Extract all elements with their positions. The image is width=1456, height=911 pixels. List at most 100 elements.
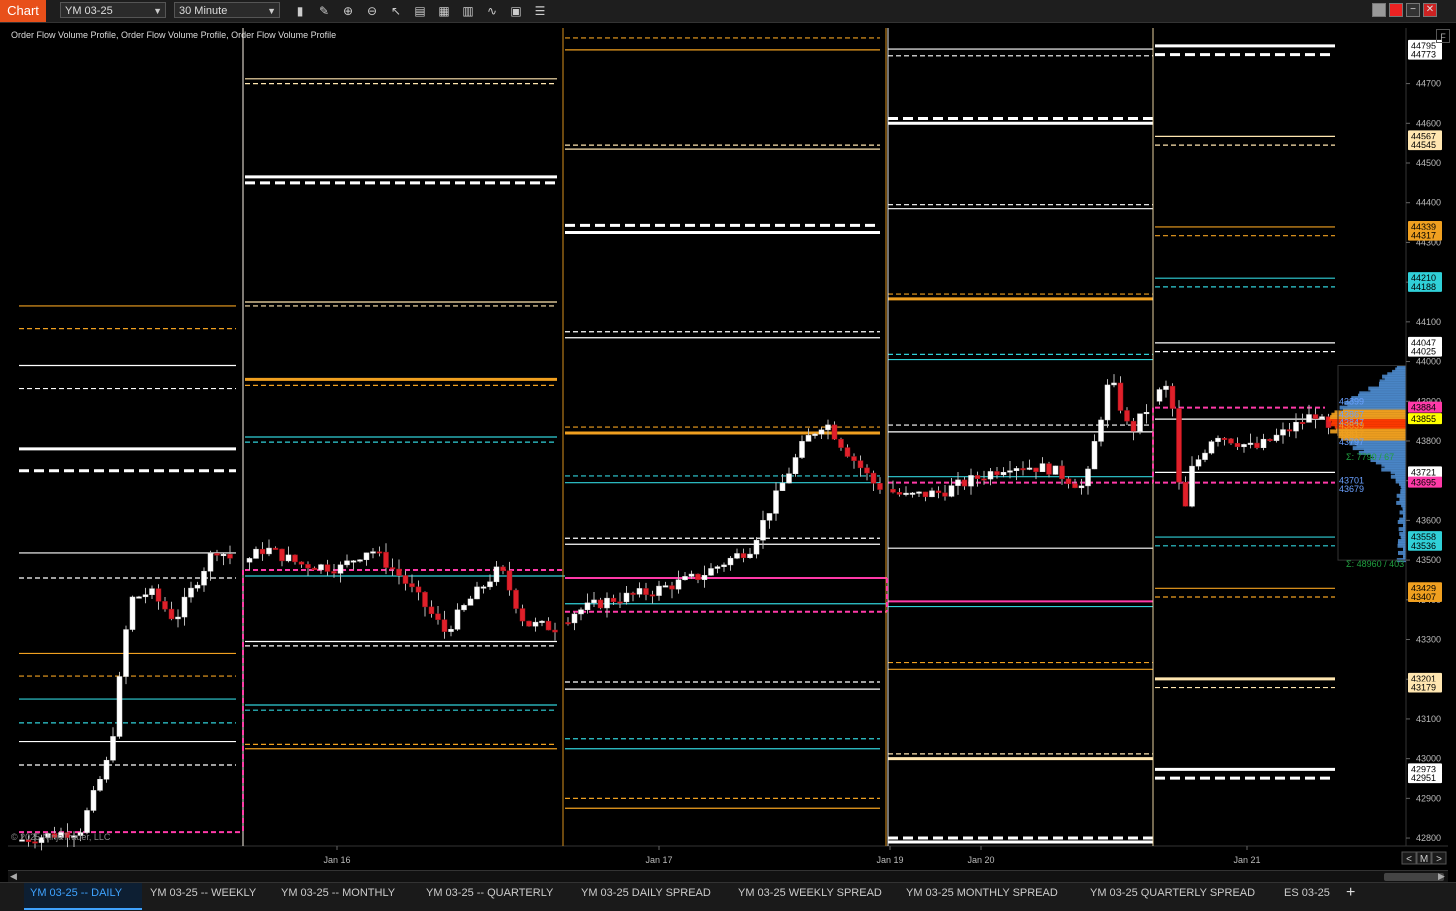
bear-candle[interactable] (298, 561, 305, 565)
bear-candle[interactable] (864, 467, 870, 474)
bear-candle[interactable] (441, 619, 448, 632)
bear-candle[interactable] (857, 460, 864, 469)
bull-candle[interactable] (1111, 382, 1117, 386)
bear-candle[interactable] (838, 438, 844, 448)
bull-candle[interactable] (493, 566, 500, 583)
bear-candle[interactable] (168, 608, 175, 620)
bear-candle[interactable] (162, 601, 168, 610)
bull-candle[interactable] (149, 588, 155, 595)
bear-candle[interactable] (324, 564, 331, 572)
bull-candle[interactable] (480, 586, 487, 589)
chart-nav-label[interactable]: < (1406, 854, 1412, 865)
bull-candle[interactable] (253, 548, 259, 559)
bull-candle[interactable] (779, 482, 786, 491)
bull-candle[interactable] (805, 435, 812, 442)
bull-candle[interactable] (675, 579, 682, 590)
bear-candle[interactable] (1221, 437, 1228, 440)
bull-candle[interactable] (370, 551, 376, 554)
bull-candle[interactable] (487, 581, 493, 588)
bear-candle[interactable] (1267, 438, 1273, 441)
bull-candle[interactable] (337, 564, 344, 574)
bull-candle[interactable] (129, 596, 136, 630)
bear-candle[interactable] (1169, 385, 1176, 409)
bull-candle[interactable] (350, 560, 357, 563)
bar-type-icon[interactable]: ▮ (292, 3, 308, 19)
bear-candle[interactable] (961, 479, 968, 487)
bear-candle[interactable] (974, 475, 981, 479)
bull-candle[interactable] (188, 587, 194, 598)
bull-candle[interactable] (1202, 452, 1208, 460)
bull-candle[interactable] (318, 564, 324, 571)
maximize-icon[interactable] (1389, 3, 1403, 17)
bull-candle[interactable] (714, 566, 721, 569)
tab-1[interactable]: YM 03-25 -- WEEKLY (144, 883, 272, 910)
templates-icon[interactable]: ▦ (436, 3, 452, 19)
bear-candle[interactable] (1046, 463, 1052, 475)
chart-nav-label[interactable]: > (1436, 854, 1442, 865)
bear-candle[interactable] (214, 553, 220, 556)
bear-candle[interactable] (415, 586, 422, 593)
bull-candle[interactable] (584, 602, 591, 611)
bull-candle[interactable] (1260, 438, 1267, 449)
bear-candle[interactable] (1182, 481, 1189, 507)
bull-candle[interactable] (1273, 434, 1280, 441)
bull-candle[interactable] (103, 759, 110, 780)
bear-candle[interactable] (844, 447, 851, 457)
bull-candle[interactable] (1319, 416, 1325, 419)
bull-candle[interactable] (799, 441, 805, 458)
bear-candle[interactable] (331, 571, 337, 574)
bear-candle[interactable] (981, 478, 987, 481)
add-tab-button[interactable]: + (1342, 883, 1362, 910)
price-chart[interactable]: 4389943867438474383943817437974370143679… (8, 28, 1448, 870)
tab-3[interactable]: YM 03-25 -- QUARTERLY (420, 883, 570, 910)
scroll-right-icon[interactable]: ▶ (1438, 871, 1445, 882)
bull-candle[interactable] (207, 553, 214, 572)
bull-candle[interactable] (1215, 437, 1221, 442)
bull-candle[interactable] (656, 585, 662, 596)
bull-candle[interactable] (1052, 465, 1059, 475)
bear-candle[interactable] (890, 488, 896, 493)
zoom-out-icon[interactable]: ⊖ (364, 3, 380, 19)
bull-candle[interactable] (532, 621, 539, 627)
bull-candle[interactable] (1091, 441, 1098, 470)
bull-candle[interactable] (1280, 429, 1286, 436)
interval-selector[interactable]: 30 Minute ▼ (174, 2, 280, 18)
bull-candle[interactable] (175, 616, 181, 620)
instrument-selector[interactable]: YM 03-25 ▼ (60, 2, 166, 18)
bull-candle[interactable] (1085, 468, 1091, 487)
bear-candle[interactable] (155, 588, 162, 602)
tab-6[interactable]: YM 03-25 MONTHLY SPREAD (900, 883, 1080, 910)
bear-candle[interactable] (831, 424, 838, 440)
bear-candle[interactable] (565, 622, 571, 625)
bull-candle[interactable] (773, 490, 779, 514)
bull-candle[interactable] (285, 554, 292, 562)
bull-candle[interactable] (623, 592, 630, 603)
bear-candle[interactable] (935, 490, 942, 494)
bull-candle[interactable] (948, 485, 955, 497)
bear-candle[interactable] (402, 575, 409, 584)
bull-candle[interactable] (1241, 444, 1247, 448)
bear-candle[interactable] (1117, 382, 1124, 411)
bull-candle[interactable] (701, 575, 708, 580)
bear-candle[interactable] (669, 585, 675, 590)
bear-candle[interactable] (1299, 421, 1306, 424)
strategies-icon[interactable]: ∿ (484, 3, 500, 19)
bull-candle[interactable] (90, 790, 97, 811)
bear-candle[interactable] (617, 601, 623, 604)
bull-candle[interactable] (142, 594, 149, 598)
bull-candle[interactable] (194, 584, 201, 589)
bear-candle[interactable] (649, 594, 656, 597)
bull-candle[interactable] (246, 558, 253, 563)
bull-candle[interactable] (363, 552, 370, 561)
bull-candle[interactable] (1189, 465, 1195, 507)
bull-candle[interactable] (727, 557, 734, 566)
indicators-icon[interactable]: ▥ (460, 3, 476, 19)
bull-candle[interactable] (812, 433, 818, 436)
bull-candle[interactable] (721, 564, 727, 567)
bear-candle[interactable] (435, 613, 441, 620)
bull-candle[interactable] (1143, 412, 1150, 415)
bull-candle[interactable] (792, 457, 799, 474)
bear-candle[interactable] (1228, 438, 1234, 444)
zoom-in-icon[interactable]: ⊕ (340, 3, 356, 19)
bear-candle[interactable] (740, 553, 747, 559)
